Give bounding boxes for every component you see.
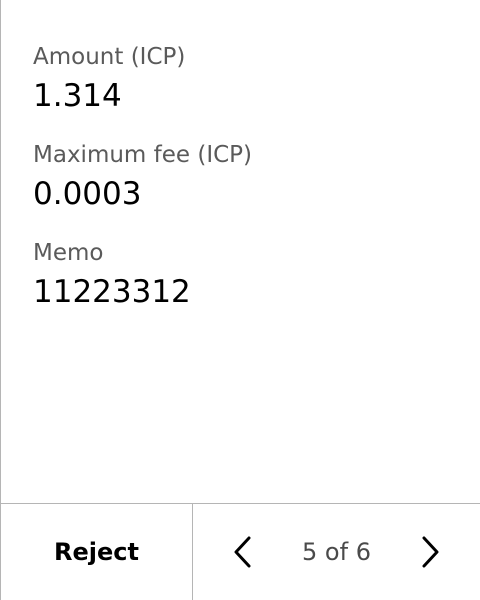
- next-page-button[interactable]: [410, 532, 450, 572]
- transaction-fields: Amount (ICP) 1.314 Maximum fee (ICP) 0.0…: [33, 40, 460, 334]
- transaction-review-screen: Amount (ICP) 1.314 Maximum fee (ICP) 0.0…: [0, 0, 480, 600]
- amount-field: Amount (ICP) 1.314: [33, 40, 460, 118]
- chevron-left-icon: [234, 536, 251, 568]
- amount-value: 1.314: [33, 78, 122, 114]
- memo-label: Memo: [33, 240, 104, 266]
- maximum-fee-value: 0.0003: [33, 176, 142, 212]
- reject-button[interactable]: Reject: [1, 504, 193, 600]
- page-indicator: 5 of 6: [302, 538, 371, 566]
- memo-value: 11223312: [33, 274, 191, 310]
- memo-field: Memo 11223312: [33, 236, 460, 314]
- page-navigator: 5 of 6: [193, 504, 480, 600]
- chevron-right-icon: [422, 536, 439, 568]
- amount-label: Amount (ICP): [33, 44, 186, 70]
- footer-bar: Reject 5 of 6: [1, 503, 480, 600]
- maximum-fee-label: Maximum fee (ICP): [33, 142, 253, 168]
- maximum-fee-field: Maximum fee (ICP) 0.0003: [33, 138, 460, 216]
- previous-page-button[interactable]: [223, 532, 263, 572]
